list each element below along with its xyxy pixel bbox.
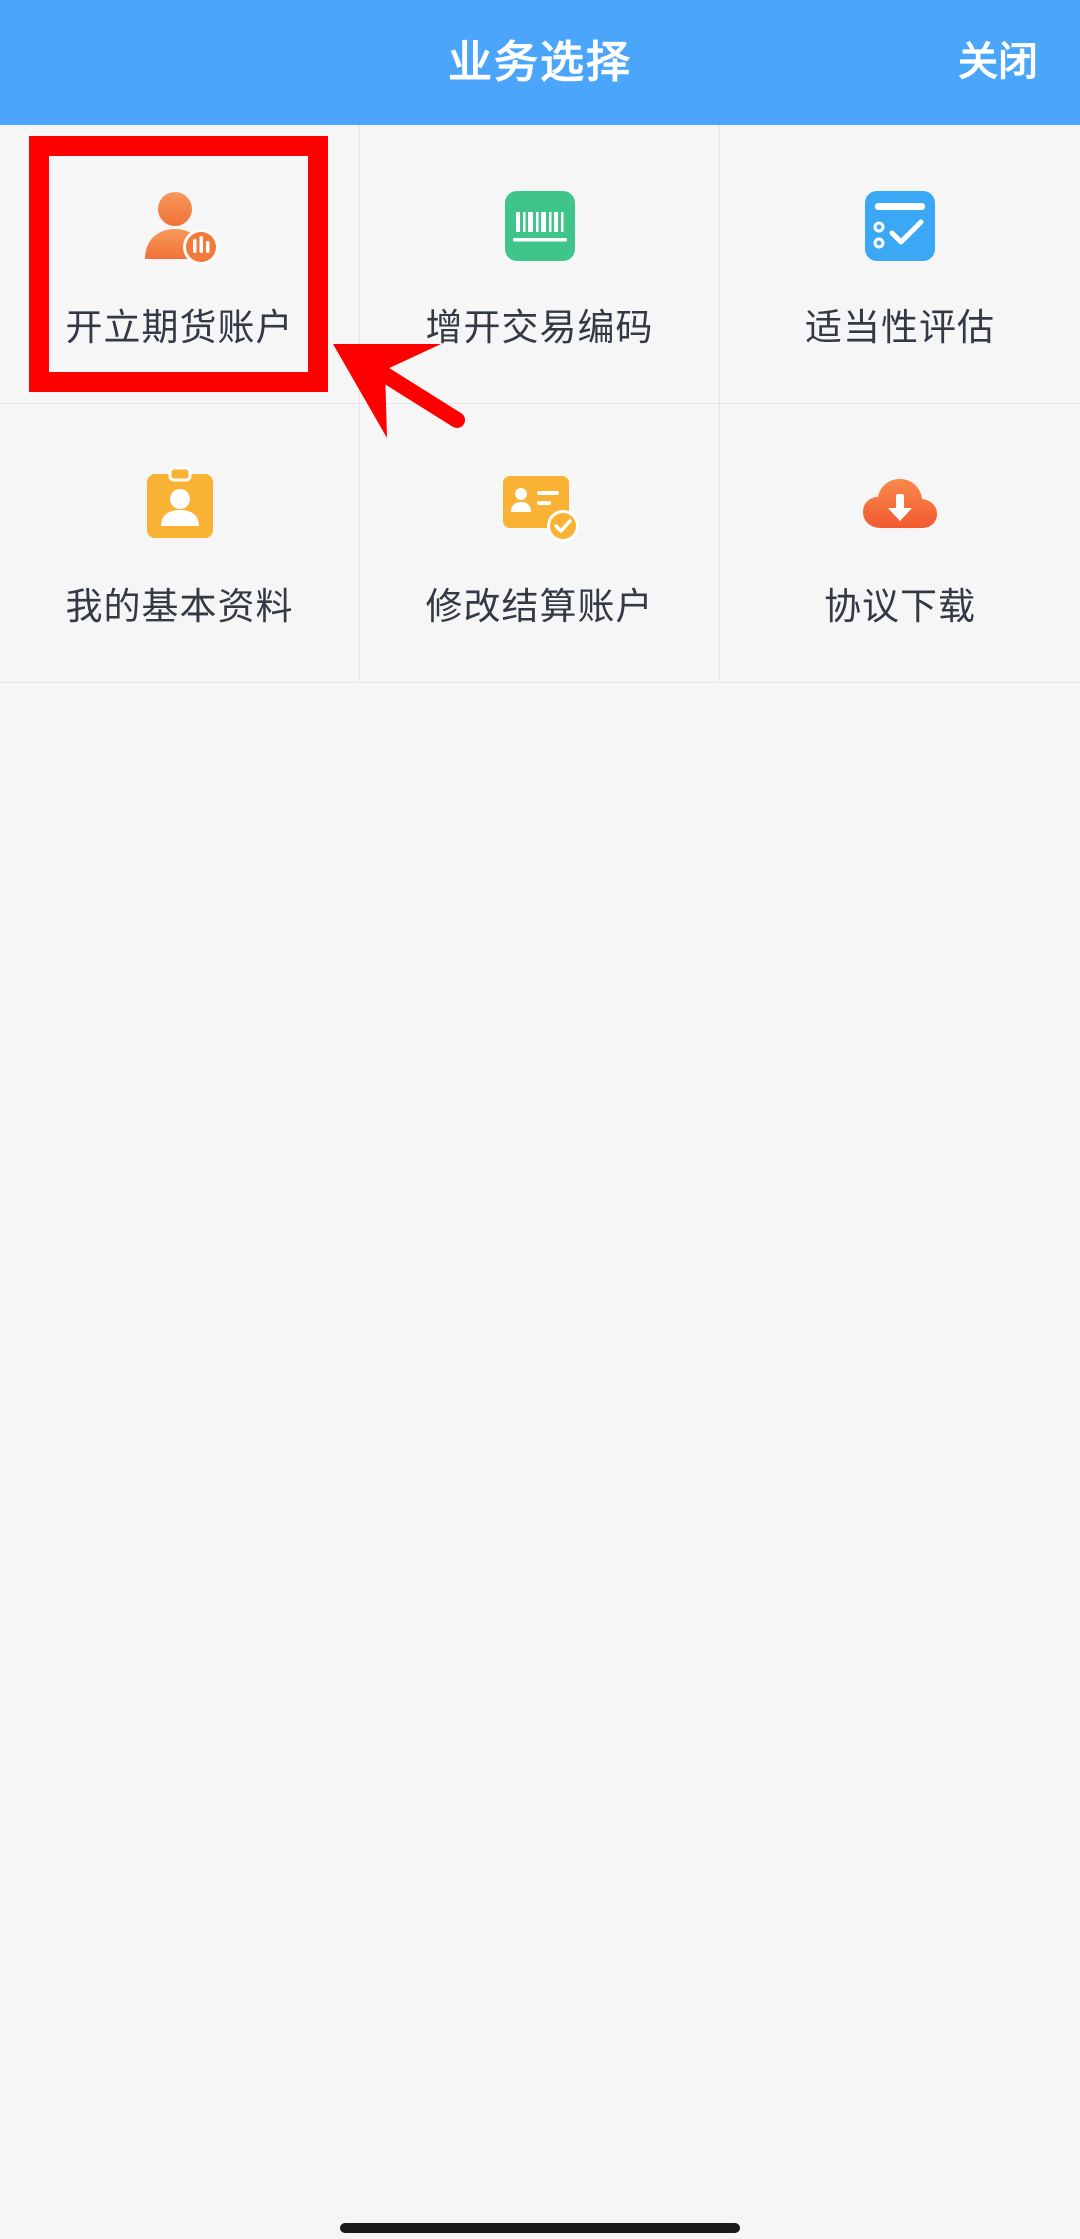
menu-item-suitability-assessment[interactable]: 适当性评估 (720, 125, 1080, 404)
menu-item-label: 我的基本资料 (65, 585, 294, 628)
menu-item-label: 修改结算账户 (425, 585, 654, 628)
home-indicator[interactable] (340, 2223, 740, 2233)
cloud-download-icon (861, 466, 939, 544)
menu-item-agreement-download[interactable]: 协议下载 (720, 404, 1080, 683)
menu-item-label: 协议下载 (824, 585, 976, 628)
page-title: 业务选择 (448, 37, 632, 88)
barcode-icon (501, 187, 579, 265)
id-badge-icon (141, 466, 219, 544)
id-card-check-icon (501, 466, 579, 544)
top-bar: 业务选择 关闭 (0, 0, 1080, 125)
user-open-account-icon (141, 187, 219, 265)
menu-item-label: 开立期货账户 (65, 306, 294, 349)
menu-item-modify-settlement-account[interactable]: 修改结算账户 (360, 404, 720, 683)
menu-item-add-trading-code[interactable]: 增开交易编码 (360, 125, 720, 404)
checklist-icon (861, 187, 939, 265)
business-menu-grid: 开立期货账户 增开交易编码 适当性评估 我的基本资料 修改结算账户 协议下载 (0, 125, 1080, 683)
page: 业务选择 关闭 开立期货账户 增开交易编码 适当性评估 我的基本资料 修改结算账… (0, 0, 1080, 2239)
menu-item-open-account[interactable]: 开立期货账户 (0, 125, 360, 404)
menu-item-label: 适当性评估 (805, 306, 995, 349)
menu-item-basic-info[interactable]: 我的基本资料 (0, 404, 360, 683)
menu-item-label: 增开交易编码 (425, 306, 654, 349)
close-button[interactable]: 关闭 (958, 0, 1038, 125)
